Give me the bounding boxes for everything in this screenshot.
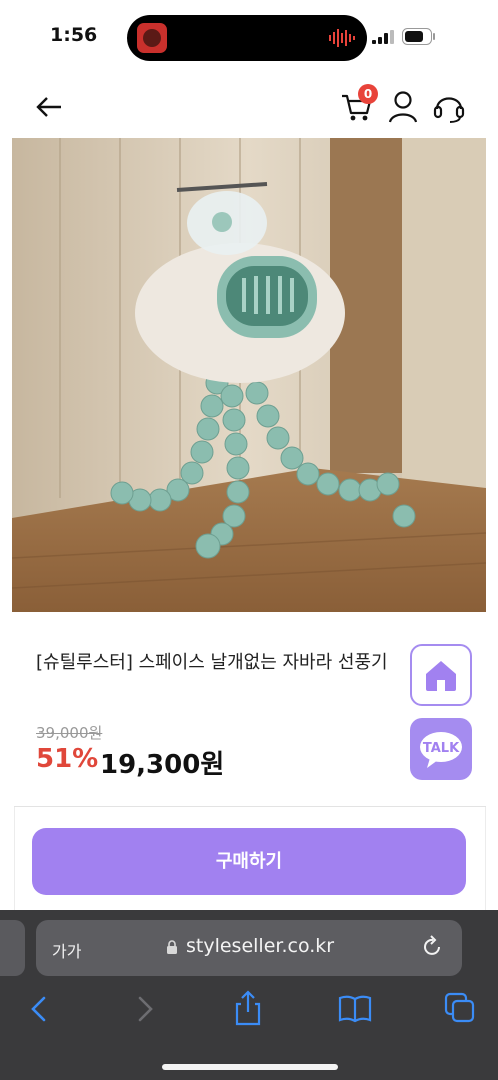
shop-home-button[interactable]: [410, 644, 472, 706]
url-text: styleseller.co.kr: [186, 935, 335, 957]
lock-icon: [167, 940, 177, 954]
previous-tab-preview[interactable]: [0, 920, 25, 976]
reload-icon[interactable]: [420, 935, 444, 959]
address-bar[interactable]: 가가 styleseller.co.kr: [36, 920, 462, 976]
original-price: 39,000원: [36, 724, 103, 742]
talk-label: TALK: [423, 741, 460, 756]
sale-price: 19,300원: [100, 750, 225, 780]
back-arrow-icon[interactable]: [34, 92, 64, 122]
product-title: [슈틸루스터] 스페이스 날개없는 자바라 선풍기: [36, 652, 388, 673]
product-image[interactable]: [12, 138, 486, 612]
kakao-talk-button[interactable]: TALK: [410, 718, 472, 780]
product-photo: [12, 138, 486, 612]
headset-icon[interactable]: [432, 90, 466, 124]
user-icon[interactable]: [388, 90, 418, 124]
bookmarks-icon[interactable]: [338, 994, 372, 1024]
tabs-icon[interactable]: [444, 992, 476, 1024]
cart-count-badge: 0: [358, 84, 378, 104]
panel-border-right: [485, 807, 486, 911]
discount-rate: 51%: [36, 744, 99, 774]
chat-bubble-icon: TALK: [420, 732, 462, 768]
home-icon: [426, 661, 456, 691]
text-size-button[interactable]: 가가: [52, 938, 81, 962]
share-icon[interactable]: [233, 990, 263, 1026]
home-indicator: [162, 1064, 338, 1070]
audio-waveform-icon: [329, 29, 355, 47]
battery-icon: [402, 28, 435, 45]
status-indicators: [372, 28, 442, 46]
browser-forward-icon: [138, 996, 153, 1022]
buy-button[interactable]: 구매하기: [32, 828, 466, 895]
now-playing-artwork: [137, 23, 167, 53]
browser-back-icon[interactable]: [28, 994, 50, 1024]
cellular-signal-icon: [372, 30, 394, 44]
panel-border-left: [14, 807, 15, 911]
divider: [14, 806, 486, 807]
dynamic-island: [127, 15, 367, 61]
status-time: 1:56: [50, 24, 98, 46]
